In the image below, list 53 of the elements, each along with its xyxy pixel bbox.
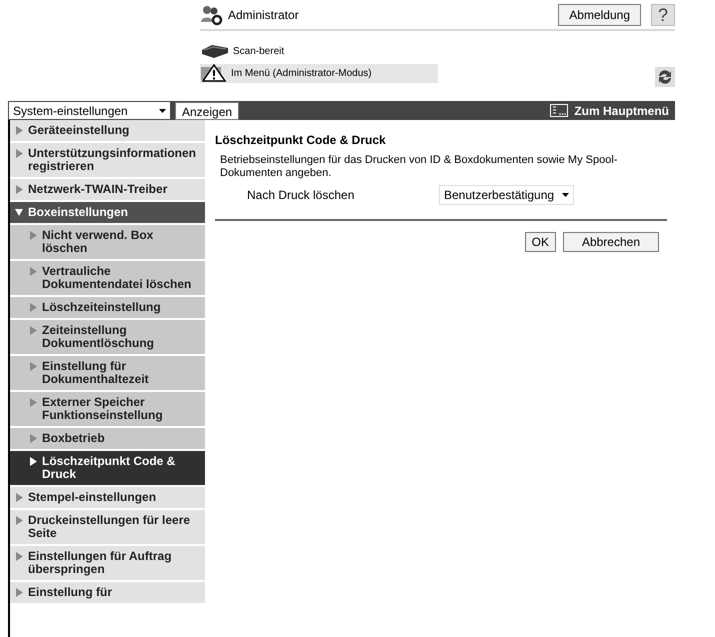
cancel-button[interactable]: Abbrechen	[562, 232, 659, 252]
triangle-right-icon	[29, 398, 37, 407]
description: Betriebseinstellungen für das Drucken von ID & Boxdokumenten sowie My Spool-Dokumenten angeben.	[219, 154, 618, 180]
triangle-right-icon	[15, 149, 23, 158]
ok-button[interactable]: OK	[524, 232, 556, 252]
triangle-right-icon	[15, 493, 23, 502]
sidebar-item[interactable]: Netzwerk-TWAIN-Treiber	[10, 179, 205, 202]
help-button[interactable]: ?	[651, 4, 675, 26]
show-button[interactable]: Anzeigen	[175, 102, 240, 120]
triangle-right-icon	[29, 362, 37, 371]
triangle-right-icon	[15, 588, 23, 597]
status-text: Scan-bereit	[233, 44, 284, 58]
sidebar-item[interactable]: Einstellung für Dokumenthaltezeit	[10, 356, 205, 392]
main-menu-link[interactable]: Zum Hauptmenü	[550, 102, 675, 120]
sidebar-item[interactable]: Unterstützungsinformationen registrieren	[10, 143, 205, 179]
refresh-icon[interactable]	[655, 67, 675, 87]
user-name: Administrator	[228, 7, 300, 24]
triangle-down-icon	[15, 208, 23, 217]
sidebar-item[interactable]: Boxbetrieb	[10, 428, 205, 451]
sidebar-item[interactable]: Vertrauliche Dokumentendatei löschen	[10, 261, 205, 297]
users-gear-icon	[200, 4, 224, 26]
scanner-icon	[200, 43, 230, 59]
caret-icon	[159, 108, 166, 112]
menu-list-icon	[550, 104, 568, 117]
mode-text: Im Menü (Administrator-Modus)	[231, 66, 372, 80]
sidebar-item[interactable]: Einstellungen für Auftrag überspringen	[10, 546, 205, 582]
caret-icon	[562, 193, 570, 197]
setting-label: Nach Druck löschen	[247, 187, 356, 204]
setting-select[interactable]: Benutzerbestätigung	[439, 185, 574, 205]
triangle-right-icon	[29, 267, 37, 276]
triangle-right-icon	[29, 231, 37, 240]
category-select[interactable]: System-einstellungen	[8, 101, 171, 120]
triangle-right-icon	[15, 516, 23, 525]
sidebar-item[interactable]: Druckeinstellungen für leere Seite	[10, 510, 205, 546]
triangle-right-icon	[15, 552, 23, 561]
sidebar-item[interactable]: Einstellung für	[10, 582, 205, 605]
sidebar-item[interactable]: Nicht verwend. Box löschen	[10, 225, 205, 261]
sidebar-item[interactable]: Externer Speicher Funktionseinstellung	[10, 392, 205, 428]
sidebar-item[interactable]: Geräteeinstellung	[10, 120, 205, 143]
page-title: Löschzeitpunkt Code & Druck	[215, 132, 387, 149]
warning-icon	[200, 64, 228, 82]
triangle-right-icon	[29, 434, 37, 443]
triangle-right-icon	[29, 457, 37, 466]
sidebar-item[interactable]: Stempel-einstellungen	[10, 487, 205, 510]
triangle-right-icon	[29, 303, 37, 312]
logout-button[interactable]: Abmeldung	[558, 4, 641, 26]
sidebar-item[interactable]: Löschzeiteinstellung	[10, 297, 205, 320]
triangle-right-icon	[15, 185, 23, 194]
triangle-right-icon	[15, 126, 23, 135]
sidebar-item[interactable]: Löschzeitpunkt Code & Druck	[10, 451, 205, 487]
triangle-right-icon	[29, 326, 37, 335]
sidebar-item[interactable]: Boxeinstellungen	[10, 202, 205, 225]
sidebar-item[interactable]: Zeiteinstellung Dokumentlöschung	[10, 320, 205, 356]
